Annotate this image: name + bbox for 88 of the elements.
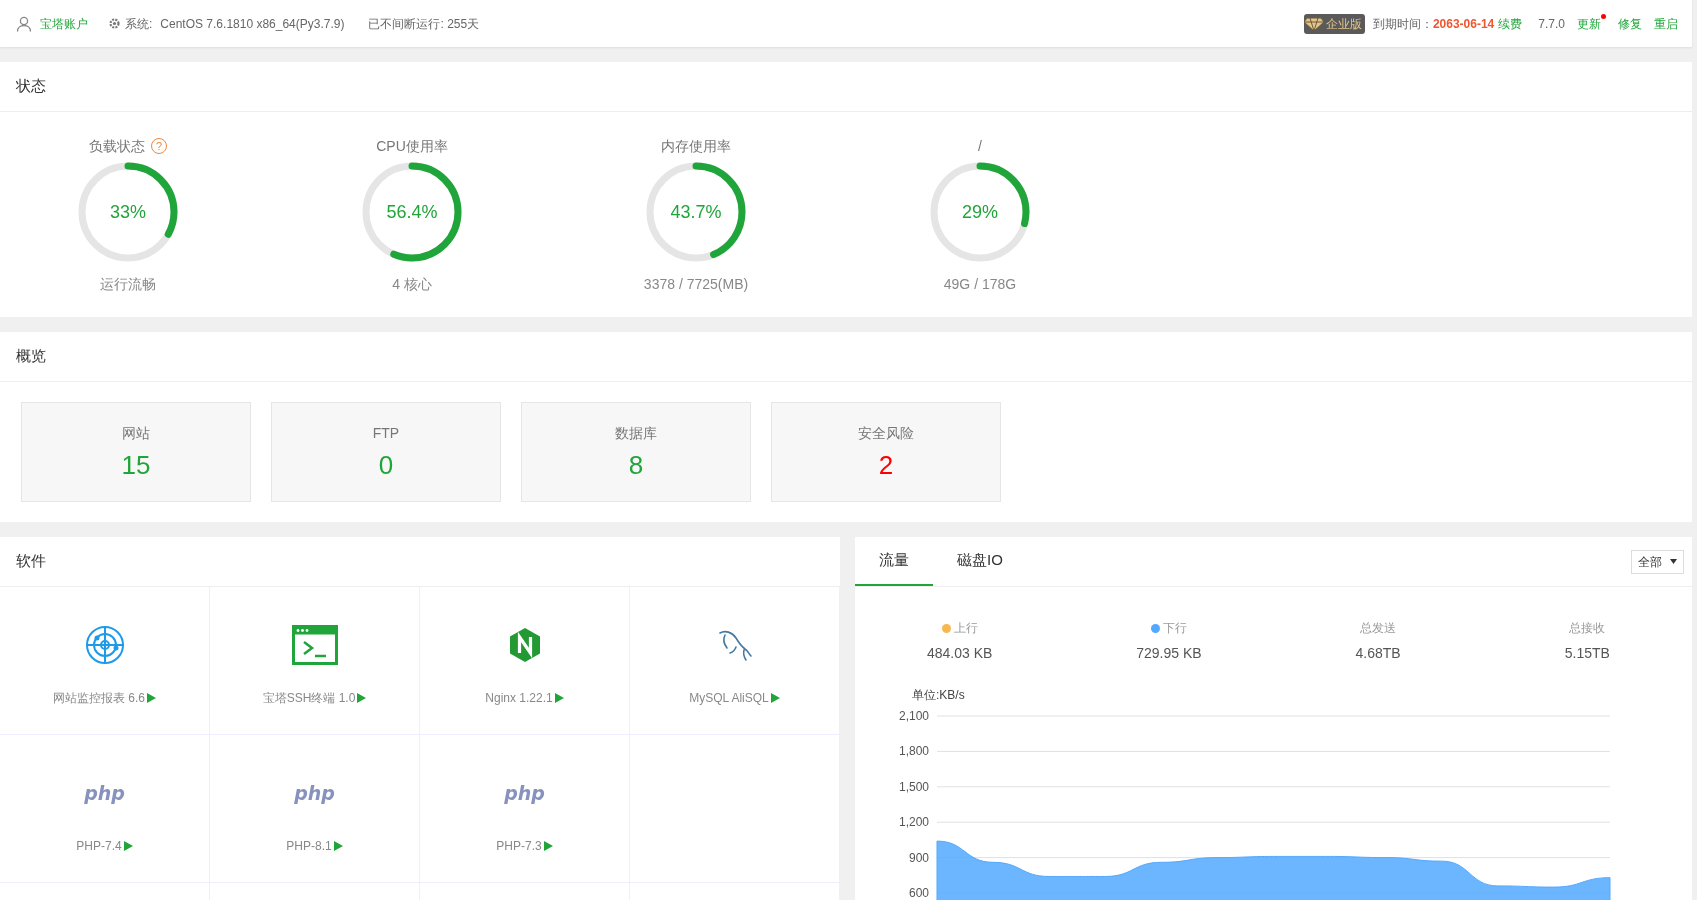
software-tile[interactable]: Nginx 1.22.1 [420, 587, 630, 735]
card-label: 数据库 [615, 424, 657, 443]
play-icon[interactable] [554, 693, 564, 703]
section-title: 状态 [0, 62, 1692, 112]
gear-icon [108, 17, 121, 30]
php-logo: php [84, 780, 125, 806]
stat-value: 5.15TB [1564, 644, 1610, 663]
hexagon-icon [508, 627, 541, 663]
axis-tick-label: 900 [908, 850, 929, 865]
card-value: 0 [378, 450, 394, 482]
filter-dropdown[interactable]: 全部 [1631, 549, 1684, 574]
gauge-detail: 4 核心 [392, 275, 432, 294]
app-name[interactable]: Nginx 1.22.1 [485, 689, 553, 707]
edition-label: 企业版 [1325, 15, 1362, 33]
axis-tick-label: 1,800 [898, 744, 929, 759]
play-icon[interactable] [123, 841, 133, 851]
gauge-detail: 运行流畅 [100, 275, 156, 294]
gauge-value: 43.7% [670, 200, 722, 224]
expiry-label: 到期时间： [1372, 15, 1433, 33]
play-icon[interactable] [770, 693, 780, 703]
axis-tick-label: 1,500 [898, 779, 929, 794]
axis-tick-label: 600 [908, 886, 929, 900]
gauge-detail: 3378 / 7725(MB) [643, 275, 749, 294]
card-value: 15 [121, 450, 151, 482]
overview-card[interactable]: 数据库 8 [521, 402, 751, 502]
play-icon[interactable] [543, 841, 553, 851]
app-name[interactable]: PHP-7.4 [76, 837, 122, 855]
gauge-label: 内存使用率 [661, 136, 731, 156]
software-tile[interactable]: 宝塔SSH终端 1.0 [210, 587, 420, 735]
radar-icon [84, 625, 125, 665]
section-title: 软件 [0, 537, 840, 587]
renew-link[interactable]: 续费 [1498, 14, 1523, 33]
php-logo: php [294, 780, 335, 806]
app-name[interactable]: 网站监控报表 6.6 [53, 689, 145, 707]
user-icon [16, 15, 32, 32]
app-name[interactable]: 宝塔SSH终端 1.0 [262, 689, 356, 707]
action-link[interactable]: 重启 [1654, 14, 1678, 33]
card-label: 安全风险 [858, 424, 914, 443]
action-link[interactable]: 更新 [1577, 14, 1601, 33]
stat-value: 729.95 KB [1136, 644, 1202, 663]
tab[interactable]: 磁盘IO [933, 537, 1027, 586]
software-tile[interactable]: MySQL AliSQL [630, 587, 840, 735]
software-tile[interactable]: 网站监控报表 6.6 [0, 587, 210, 735]
diamond-icon [1303, 15, 1324, 32]
gauge-detail: 49G / 178G [943, 275, 1017, 294]
version-text: 7.7.0 [1538, 15, 1565, 33]
uptime-text: 已不间断运行: 255天 [368, 15, 480, 33]
gauge-label: 负载状态 [89, 136, 145, 156]
app-name[interactable]: MySQL AliSQL [689, 689, 769, 707]
overview-card[interactable]: 网站 15 [21, 402, 251, 502]
card-label: FTP [372, 424, 400, 443]
software-tile[interactable]: php PHP-8.1 [210, 735, 420, 883]
axis-tick-label: 1,200 [898, 815, 929, 830]
gauge-value: 29% [962, 200, 998, 224]
stat-label: 上行 [953, 620, 978, 637]
app-name[interactable]: PHP-7.3 [496, 837, 542, 855]
unit-label: 单位:KB/s [912, 687, 966, 704]
play-icon[interactable] [147, 693, 156, 703]
gauge-value: 56.4% [386, 200, 438, 224]
app-name[interactable]: PHP-8.1 [286, 837, 332, 855]
card-value: 2 [878, 450, 894, 482]
software-tile[interactable]: php PHP-7.3 [420, 735, 630, 883]
caret-icon [1670, 559, 1677, 564]
terminal-icon [291, 625, 338, 665]
play-icon[interactable] [333, 841, 343, 851]
stat-value: 4.68TB [1355, 644, 1401, 663]
gauge-label: / [978, 136, 982, 156]
php-logo: php [504, 780, 545, 806]
card-label: 网站 [122, 424, 150, 443]
stat-value: 484.03 KB [926, 644, 993, 663]
tab[interactable]: 流量 [855, 537, 933, 586]
expiry-date: 2063-06-14 [1432, 15, 1495, 33]
play-icon[interactable] [357, 693, 367, 703]
stat-label: 总接收 [1569, 620, 1606, 637]
system-label: 系统: [125, 15, 153, 33]
card-value: 8 [628, 450, 644, 482]
gauge-value: 33% [110, 200, 146, 224]
software-tile[interactable]: php PHP-7.4 [0, 735, 210, 883]
section-title: 概览 [0, 332, 1692, 382]
system-info: CentOS 7.6.1810 x86_64(Py3.7.9) [160, 15, 345, 33]
action-link[interactable]: 修复 [1618, 14, 1642, 33]
gauge-label: CPU使用率 [376, 136, 448, 156]
overview-card[interactable]: 安全风险 2 [771, 402, 1001, 502]
overview-card[interactable]: FTP 0 [271, 402, 501, 502]
stat-label: 总发送 [1360, 620, 1397, 637]
account-link[interactable]: 宝塔账户 [40, 14, 88, 33]
stat-label: 下行 [1162, 620, 1187, 637]
axis-tick-label: 2,100 [898, 709, 929, 723]
